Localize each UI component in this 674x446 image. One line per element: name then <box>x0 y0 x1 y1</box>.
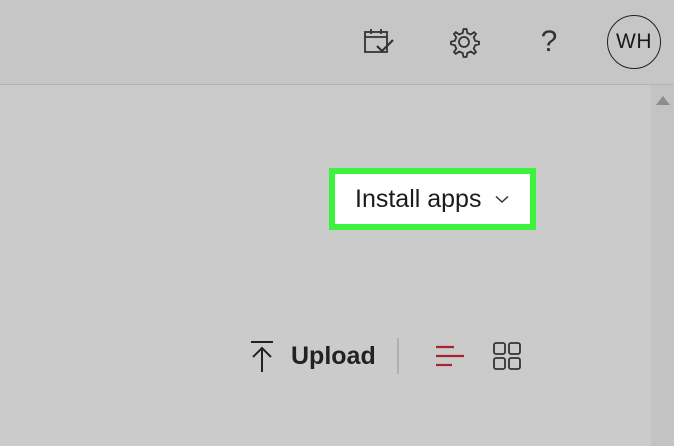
calendar-check-icon[interactable] <box>358 22 398 62</box>
upload-label: Upload <box>291 341 376 370</box>
gear-icon[interactable] <box>444 22 484 62</box>
list-view-icon <box>432 341 466 371</box>
help-label: ? <box>540 25 558 58</box>
install-apps-button[interactable]: Install apps <box>335 174 530 224</box>
vertical-scrollbar[interactable] <box>651 85 674 446</box>
scroll-up-arrow-icon[interactable] <box>656 96 670 105</box>
install-apps-highlight: Install apps <box>329 168 536 230</box>
upload-button[interactable]: Upload <box>247 336 376 376</box>
help-icon[interactable]: ? <box>529 22 569 62</box>
list-view-button[interactable] <box>429 336 469 376</box>
avatar-initials: WH <box>616 30 652 53</box>
top-header-bar: ? WH <box>0 0 674 85</box>
chevron-down-icon <box>495 195 509 204</box>
grid-view-icon <box>491 340 523 372</box>
upload-arrow-icon <box>247 339 277 373</box>
toolbar-divider <box>397 338 399 374</box>
user-avatar[interactable]: WH <box>607 15 661 69</box>
grid-view-button[interactable] <box>487 336 527 376</box>
install-apps-label: Install apps <box>355 184 482 213</box>
